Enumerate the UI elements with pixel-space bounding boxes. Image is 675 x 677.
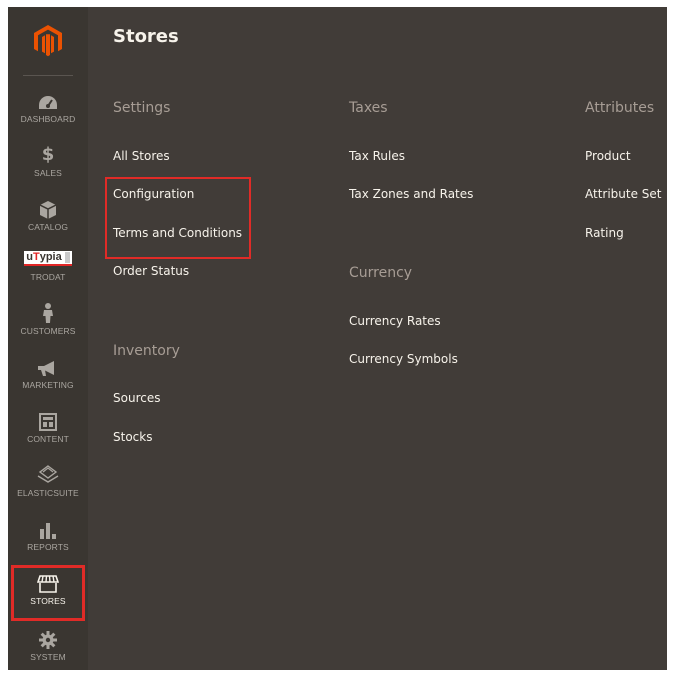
link-all-stores[interactable]: All Stores <box>113 149 170 163</box>
sidebar-item-stores[interactable]: STORES <box>8 569 88 623</box>
box-icon <box>40 195 56 219</box>
sidebar-item-label: SYSTEM <box>30 652 66 662</box>
section-title-settings: Settings <box>113 100 171 116</box>
gear-icon <box>39 625 57 649</box>
link-stocks[interactable]: Stocks <box>113 430 152 444</box>
sidebar-item-label: SALES <box>34 168 62 178</box>
link-product[interactable]: Product <box>585 149 631 163</box>
link-rating[interactable]: Rating <box>585 226 624 240</box>
admin-sidebar: DASHBOARD $ SALES CATALOG uTypia TRODAT <box>8 7 88 670</box>
sidebar-item-dashboard[interactable]: DASHBOARD <box>8 87 88 141</box>
sidebar-item-label: CATALOG <box>27 222 69 232</box>
admin-frame: DASHBOARD $ SALES CATALOG uTypia TRODAT <box>8 7 667 670</box>
link-configuration[interactable]: Configuration <box>113 187 194 201</box>
sidebar-item-elasticsuite[interactable]: ELASTICSUITE <box>8 461 88 515</box>
sidebar-item-label: MARKETING <box>22 380 74 390</box>
sidebar-item-sales[interactable]: $ SALES <box>8 141 88 195</box>
section-title-inventory: Inventory <box>113 343 180 359</box>
link-sources[interactable]: Sources <box>113 391 160 405</box>
sidebar-item-marketing[interactable]: MARKETING <box>8 353 88 407</box>
link-tax-zones-and-rates[interactable]: Tax Zones and Rates <box>349 187 473 201</box>
sidebar-item-label: CUSTOMERS <box>20 326 76 336</box>
layout-icon <box>39 407 57 431</box>
sidebar-item-label: TRODAT <box>30 272 66 282</box>
sidebar-item-label: DASHBOARD <box>20 114 76 124</box>
section-title-taxes: Taxes <box>349 100 388 116</box>
dashboard-icon <box>38 87 58 111</box>
storefront-icon <box>37 569 59 593</box>
link-attribute-set[interactable]: Attribute Set <box>585 187 662 201</box>
page-title: Stores <box>113 26 179 47</box>
megaphone-icon <box>38 353 58 377</box>
magento-logo-icon <box>34 25 62 57</box>
sidebar-item-label: REPORTS <box>27 542 69 552</box>
sidebar-item-label: CONTENT <box>27 434 69 444</box>
sidebar-item-catalog[interactable]: CATALOG <box>8 195 88 249</box>
section-title-attributes: Attributes <box>585 100 655 116</box>
sidebar-item-reports[interactable]: REPORTS <box>8 515 88 569</box>
logo-divider <box>23 75 73 76</box>
link-currency-symbols[interactable]: Currency Symbols <box>349 352 458 366</box>
sidebar-item-customers[interactable]: CUSTOMERS <box>8 299 88 353</box>
elasticsuite-icon <box>36 461 60 485</box>
dollar-icon: $ <box>41 144 55 165</box>
sidebar-item-label: STORES <box>30 596 66 606</box>
sidebar-item-label: ELASTICSUITE <box>17 488 79 498</box>
magento-logo[interactable] <box>8 7 88 75</box>
link-terms-and-conditions[interactable]: Terms and Conditions <box>113 226 242 240</box>
section-title-currency: Currency <box>349 265 413 281</box>
utypia-logo: u Typia <box>24 247 72 269</box>
sidebar-item-trodat[interactable]: u Typia TRODAT <box>8 247 88 301</box>
sidebar-item-system[interactable]: SYSTEM <box>8 625 88 670</box>
sidebar-item-content[interactable]: CONTENT <box>8 407 88 461</box>
person-icon <box>42 299 54 323</box>
link-currency-rates[interactable]: Currency Rates <box>349 314 441 328</box>
bar-chart-icon <box>39 515 57 539</box>
link-order-status[interactable]: Order Status <box>113 264 189 278</box>
link-tax-rules[interactable]: Tax Rules <box>349 149 405 163</box>
